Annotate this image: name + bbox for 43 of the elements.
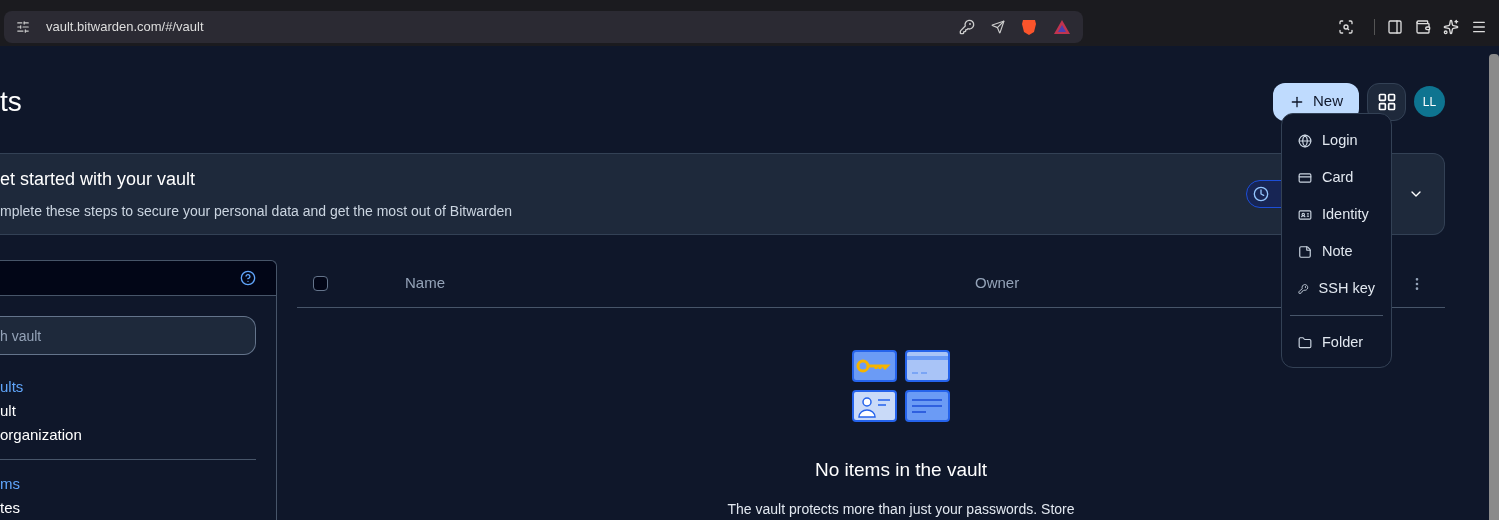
sparkle-icon[interactable] [1443, 19, 1459, 35]
id-card-icon [1298, 207, 1312, 222]
site-settings-icon[interactable] [16, 20, 30, 34]
banner-subtitle: mplete these steps to secure your personal data and get the most out of Bitwarden [0, 202, 514, 221]
key-icon[interactable] [959, 19, 975, 35]
menu-item[interactable]: Note [1282, 233, 1391, 270]
help-icon[interactable] [240, 270, 256, 286]
filter-group-heading[interactable]: ults [0, 375, 256, 399]
filter-item[interactable]: organization [0, 423, 256, 447]
card-icon [1298, 170, 1312, 185]
send-icon[interactable] [991, 20, 1005, 34]
search-field[interactable]: h vault [0, 316, 256, 355]
avatar[interactable]: LL [1414, 86, 1445, 117]
note-icon [1298, 244, 1312, 259]
banner-title: et started with your vault [0, 168, 197, 191]
filter-item[interactable]: tes [0, 496, 256, 520]
filter-group-heading[interactable]: ms [0, 472, 256, 496]
scrollbar[interactable] [1489, 54, 1499, 520]
page-title: ts [0, 84, 23, 119]
menu-icon[interactable] [1471, 19, 1487, 35]
sidebar-icon[interactable] [1387, 19, 1403, 35]
empty-state-text: The vault protects more than just your passwords. Store [727, 499, 1075, 519]
menu-item[interactable]: Identity [1282, 196, 1391, 233]
address-bar[interactable]: vault.bitwarden.com/#/vault [4, 11, 1083, 43]
menu-item[interactable]: SSH key [1282, 270, 1391, 307]
screenshot-icon[interactable] [1338, 19, 1354, 35]
apps-button[interactable] [1367, 82, 1406, 121]
globe-icon [1298, 133, 1312, 148]
menu-item[interactable]: Login [1282, 122, 1391, 159]
empty-state-title: No items in the vault [814, 458, 988, 482]
wallet-icon[interactable] [1415, 19, 1431, 35]
key-icon [1298, 281, 1309, 296]
column-header[interactable]: Name [405, 272, 975, 295]
select-all-checkbox[interactable] [313, 276, 328, 291]
folder-icon [1298, 335, 1312, 350]
filter-item[interactable]: ult [0, 399, 256, 423]
url-text: vault.bitwarden.com/#/vault [46, 18, 205, 37]
menu-item[interactable]: Folder [1282, 324, 1391, 361]
triangle-icon[interactable] [1053, 19, 1071, 35]
menu-item[interactable]: Card [1282, 159, 1391, 196]
clock-icon [1253, 186, 1269, 202]
column-header[interactable]: Owner [975, 272, 1020, 295]
grid-icon [1376, 91, 1397, 112]
